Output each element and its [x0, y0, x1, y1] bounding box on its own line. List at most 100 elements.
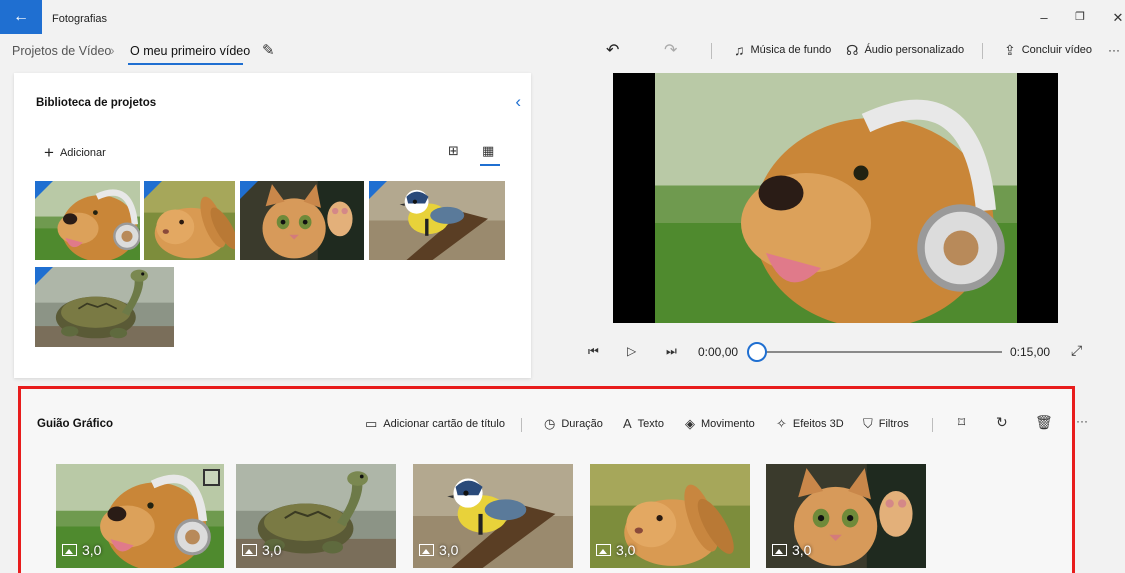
text-label: Texto [637, 417, 664, 430]
seek-track[interactable] [758, 351, 1002, 353]
clip-duration: 3,0 [596, 542, 635, 558]
play-icon[interactable]: ▷ [627, 344, 636, 358]
breadcrumb-current-project[interactable]: O meu primeiro vídeo [130, 44, 250, 58]
back-button[interactable]: ← [0, 0, 42, 34]
add-media-button[interactable]: + Adicionar [44, 143, 106, 163]
library-item-rabbit[interactable] [144, 181, 235, 260]
custom-audio-label: Áudio personalizado [864, 44, 965, 56]
storyboard-clip[interactable]: 3,0 [236, 464, 396, 568]
storyboard-clip[interactable]: 3,0 [766, 464, 926, 568]
filters-button[interactable]: ⛉ Filtros [863, 416, 909, 432]
library-item-cat[interactable] [240, 181, 364, 260]
duration-button[interactable]: ◷ Duração [544, 416, 603, 432]
plus-icon: + [44, 143, 54, 162]
clip-duration: 3,0 [242, 542, 281, 558]
add-title-card-label: Adicionar cartão de título [383, 418, 505, 430]
bird-photo [369, 181, 505, 260]
clip-duration-value: 3,0 [262, 542, 282, 558]
background-music-label: Música de fundo [750, 44, 832, 56]
clip-duration-value: 3,0 [792, 542, 812, 558]
cat-photo [240, 181, 364, 260]
storyboard-more-button[interactable]: ··· [1076, 414, 1088, 428]
background-music-button[interactable]: ♫ Música de fundo [734, 40, 831, 60]
image-icon [772, 544, 787, 556]
clip-duration-value: 3,0 [616, 542, 636, 558]
storyboard-panel: Guião Gráfico ▭ Adicionar cartão de títu… [18, 386, 1088, 573]
in-use-corner-marker [35, 267, 53, 285]
library-item-dog[interactable] [35, 181, 140, 260]
clock-icon: ◷ [544, 416, 556, 431]
in-use-corner-marker [240, 181, 258, 199]
library-item-turtle[interactable] [35, 267, 174, 347]
collapse-chevron-left-icon[interactable]: ‹ [515, 92, 521, 112]
add-media-label: Adicionar [59, 147, 106, 159]
text-icon: A [623, 416, 632, 431]
seek-handle[interactable] [747, 342, 767, 362]
custom-audio-button[interactable]: ☊ Áudio personalizado [846, 40, 964, 60]
image-icon [62, 544, 77, 556]
3d-effects-button[interactable]: ✧ Efeitos 3D [776, 416, 844, 432]
in-use-corner-marker [35, 181, 53, 199]
previous-frame-icon[interactable]: ⏮ [588, 344, 599, 359]
motion-icon: ◈ [685, 416, 695, 431]
maximize-button[interactable]: ❐ [1070, 10, 1090, 23]
total-time: 0:15,00 [1010, 345, 1051, 359]
clip-duration-value: 3,0 [82, 542, 102, 558]
3d-effects-label: Efeitos 3D [792, 418, 844, 430]
project-library-title: Biblioteca de projetos [36, 97, 157, 109]
image-icon [596, 544, 611, 556]
3d-effects-icon: ✧ [776, 416, 787, 431]
more-options-button[interactable]: ··· [1108, 40, 1120, 60]
add-title-card-button[interactable]: ▭ Adicionar cartão de título [365, 416, 505, 432]
library-item-bird[interactable] [369, 181, 505, 260]
fullscreen-expand-icon[interactable]: ⤢ [1071, 342, 1082, 359]
storyboard-title: Guião Gráfico [37, 418, 114, 430]
current-time: 0:00,00 [698, 345, 739, 359]
clip-duration: 3,0 [62, 542, 101, 558]
toolbar-divider [711, 43, 712, 59]
in-use-corner-marker [144, 181, 162, 199]
crop-resize-icon[interactable]: ⌑ [958, 414, 965, 431]
duration-label: Duração [561, 418, 603, 430]
image-icon [242, 544, 257, 556]
selection-checkbox[interactable] [203, 469, 220, 486]
share-export-icon: ⇪ [1004, 41, 1016, 58]
large-grid-view-icon[interactable]: ⊞ [448, 143, 459, 159]
close-button[interactable]: ✕ [1108, 10, 1125, 26]
minimize-button[interactable]: – [1034, 10, 1054, 25]
motion-button[interactable]: ◈ Movimento [685, 416, 755, 432]
finish-video-label: Concluir vídeo [1021, 44, 1093, 56]
toolbar-divider [932, 418, 933, 432]
rename-pencil-icon[interactable]: ✎ [262, 41, 275, 59]
storyboard-clip[interactable]: 3,0 [590, 464, 750, 568]
toolbar-divider [982, 43, 983, 59]
clip-duration: 3,0 [772, 542, 811, 558]
toolbar-divider [521, 418, 522, 432]
text-button[interactable]: A Texto [623, 416, 664, 431]
storyboard-clip[interactable]: 3,0 [413, 464, 573, 568]
storyboard-clip[interactable]: 3,0 [56, 464, 224, 568]
title-bar: ← Fotografias – ❐ ✕ [0, 0, 1125, 38]
rotate-icon[interactable]: ↻ [996, 414, 1008, 431]
next-frame-icon[interactable]: ⏭ [666, 344, 677, 359]
video-preview[interactable] [613, 73, 1058, 323]
dog-photo [655, 73, 1017, 323]
preview-frame [655, 73, 1017, 323]
project-library-panel: Biblioteca de projetos ‹ + Adicionar ⊞ ▦ [14, 73, 531, 378]
app-title: Fotografias [52, 13, 108, 25]
breadcrumb-separator: › [110, 42, 115, 58]
image-icon [419, 544, 434, 556]
small-grid-view-icon[interactable]: ▦ [482, 143, 494, 159]
redo-button[interactable]: ↷ [664, 40, 677, 60]
filter-icon: ⛉ [863, 416, 873, 431]
title-card-icon: ▭ [365, 416, 378, 431]
in-use-corner-marker [369, 181, 387, 199]
clip-duration: 3,0 [419, 542, 458, 558]
undo-button[interactable]: ↶ [606, 40, 619, 60]
breadcrumb-video-projects[interactable]: Projetos de Vídeo [12, 44, 111, 58]
trash-icon[interactable]: 🗑 [1035, 414, 1053, 431]
finish-video-button[interactable]: ⇪ Concluir vídeo [1004, 40, 1092, 60]
breadcrumb-active-underline [128, 63, 243, 65]
breadcrumb: Projetos de Vídeo › O meu primeiro vídeo… [0, 38, 560, 68]
filters-label: Filtros [878, 418, 909, 430]
